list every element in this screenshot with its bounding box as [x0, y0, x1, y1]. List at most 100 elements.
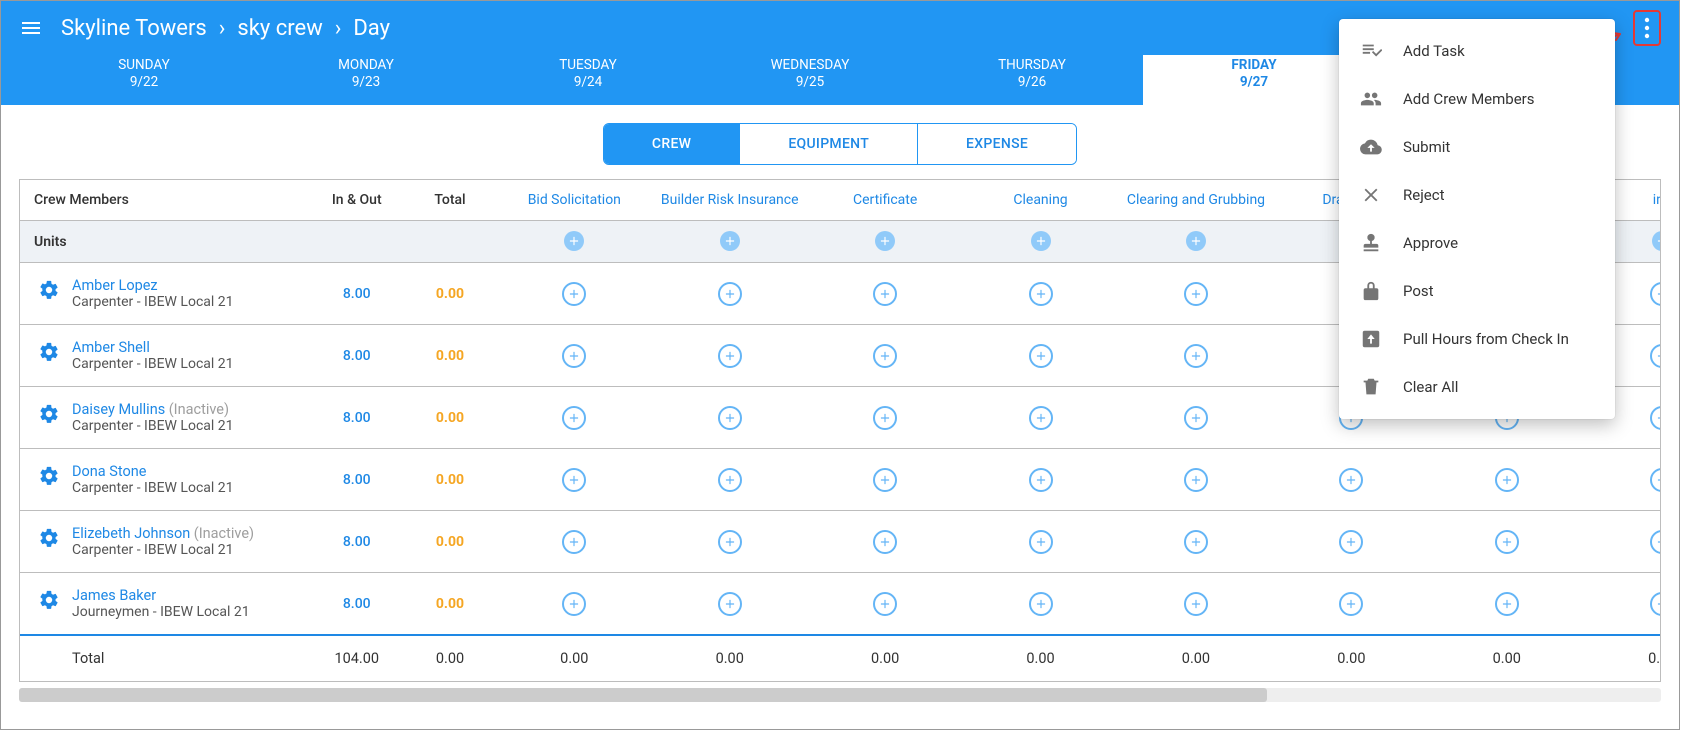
row-settings-button[interactable]	[38, 341, 60, 363]
crew-member-name[interactable]: Dona Stone	[72, 463, 146, 480]
add-hours-button[interactable]	[1339, 468, 1363, 492]
add-hours-button[interactable]	[562, 282, 586, 306]
row-settings-button[interactable]	[38, 589, 60, 611]
add-hours-button[interactable]	[1339, 592, 1363, 616]
breadcrumb-crew[interactable]: sky crew	[237, 16, 322, 41]
add-hours-button[interactable]	[873, 592, 897, 616]
plus-circle-icon	[878, 535, 892, 549]
menu-item-post[interactable]: Post	[1339, 267, 1615, 315]
add-hours-button[interactable]	[1029, 344, 1053, 368]
add-hours-button[interactable]	[1495, 592, 1519, 616]
add-hours-button[interactable]	[1339, 530, 1363, 554]
task-column-header[interactable]: Cleaning	[963, 180, 1118, 221]
add-hours-button[interactable]	[718, 530, 742, 554]
menu-item-add-crew[interactable]: Add Crew Members	[1339, 75, 1615, 123]
add-hours-button[interactable]	[1029, 282, 1053, 306]
more-actions-button[interactable]	[1633, 10, 1661, 46]
add-hours-button[interactable]	[873, 406, 897, 430]
add-hours-button[interactable]	[718, 406, 742, 430]
in-out-value[interactable]: 8.00	[310, 325, 403, 387]
add-hours-button[interactable]	[562, 468, 586, 492]
add-hours-button[interactable]	[718, 592, 742, 616]
add-hours-button[interactable]	[1184, 344, 1208, 368]
add-hours-button[interactable]	[1650, 282, 1661, 306]
breadcrumb-shift[interactable]: Day	[353, 16, 390, 41]
add-unit-button[interactable]	[1652, 231, 1661, 251]
add-hours-button[interactable]	[718, 468, 742, 492]
add-unit-button[interactable]	[1186, 231, 1206, 251]
task-column-header[interactable]: Clearing and Grubbing	[1118, 180, 1273, 221]
add-hours-button[interactable]	[1029, 592, 1053, 616]
add-unit-button[interactable]	[875, 231, 895, 251]
tab-expense[interactable]: EXPENSE	[917, 124, 1076, 164]
add-hours-button[interactable]	[1184, 530, 1208, 554]
add-hours-button[interactable]	[718, 344, 742, 368]
add-hours-button[interactable]	[873, 344, 897, 368]
add-hours-button[interactable]	[873, 530, 897, 554]
day-tab[interactable]: TUESDAY9/24	[477, 55, 699, 105]
row-settings-button[interactable]	[38, 465, 60, 487]
day-tab[interactable]: WEDNESDAY9/25	[699, 55, 921, 105]
add-hours-button[interactable]	[873, 282, 897, 306]
day-tab[interactable]: THURSDAY9/26	[921, 55, 1143, 105]
crew-member-name[interactable]: Daisey Mullins	[72, 401, 165, 418]
add-hours-button[interactable]	[1029, 406, 1053, 430]
tab-crew[interactable]: CREW	[604, 124, 739, 164]
add-hours-button[interactable]	[1184, 468, 1208, 492]
in-out-value[interactable]: 8.00	[310, 573, 403, 636]
task-column-header[interactable]: Bid Solicitation	[497, 180, 652, 221]
in-out-value[interactable]: 8.00	[310, 449, 403, 511]
add-hours-button[interactable]	[1029, 468, 1053, 492]
add-hours-button[interactable]	[1495, 530, 1519, 554]
hamburger-menu-button[interactable]	[19, 16, 43, 40]
plus-circle-icon	[1189, 535, 1203, 549]
crew-member-name[interactable]: Elizebeth Johnson	[72, 525, 190, 542]
row-settings-button[interactable]	[38, 527, 60, 549]
tab-equipment[interactable]: EQUIPMENT	[739, 124, 917, 164]
menu-item-add-task[interactable]: Add Task	[1339, 27, 1615, 75]
add-unit-button[interactable]	[564, 231, 584, 251]
row-total-value: 0.00	[403, 511, 496, 573]
task-column-header[interactable]: Certificate	[807, 180, 962, 221]
add-hours-button[interactable]	[1650, 530, 1661, 554]
crew-member-name[interactable]: Amber Shell	[72, 339, 150, 356]
add-hours-button[interactable]	[1650, 592, 1661, 616]
day-tab[interactable]: FRIDAY9/27	[1143, 55, 1365, 105]
add-hours-button[interactable]	[562, 344, 586, 368]
horizontal-scrollbar[interactable]	[19, 688, 1661, 702]
in-out-value[interactable]: 8.00	[310, 387, 403, 449]
in-out-value[interactable]: 8.00	[310, 263, 403, 325]
add-unit-button[interactable]	[1031, 231, 1051, 251]
add-hours-button[interactable]	[1184, 282, 1208, 306]
menu-item-submit[interactable]: Submit	[1339, 123, 1615, 171]
add-hours-button[interactable]	[1184, 592, 1208, 616]
menu-item-approve[interactable]: Approve	[1339, 219, 1615, 267]
add-unit-button[interactable]	[720, 231, 740, 251]
scrollbar-thumb[interactable]	[19, 688, 1267, 702]
day-tab[interactable]: SUNDAY9/22	[33, 55, 255, 105]
crew-member-name[interactable]: Amber Lopez	[72, 277, 158, 294]
add-hours-button[interactable]	[1650, 344, 1661, 368]
add-hours-button[interactable]	[562, 530, 586, 554]
row-settings-button[interactable]	[38, 403, 60, 425]
crew-member-role: Journeymen - IBEW Local 21	[72, 604, 250, 620]
add-hours-button[interactable]	[1029, 530, 1053, 554]
in-out-value[interactable]: 8.00	[310, 511, 403, 573]
day-tab[interactable]: MONDAY9/23	[255, 55, 477, 105]
crew-member-name[interactable]: James Baker	[72, 587, 156, 604]
row-settings-button[interactable]	[38, 279, 60, 301]
menu-item-label: Add Crew Members	[1403, 90, 1534, 108]
menu-item-clear-all[interactable]: Clear All	[1339, 363, 1615, 411]
add-hours-button[interactable]	[562, 406, 586, 430]
menu-item-pull-hours[interactable]: Pull Hours from Check In	[1339, 315, 1615, 363]
add-hours-button[interactable]	[562, 592, 586, 616]
breadcrumb-project[interactable]: Skyline Towers	[61, 16, 207, 41]
add-hours-button[interactable]	[1495, 468, 1519, 492]
add-hours-button[interactable]	[1650, 468, 1661, 492]
add-hours-button[interactable]	[718, 282, 742, 306]
add-hours-button[interactable]	[1184, 406, 1208, 430]
add-hours-button[interactable]	[873, 468, 897, 492]
menu-item-reject[interactable]: Reject	[1339, 171, 1615, 219]
add-hours-button[interactable]	[1650, 406, 1661, 430]
task-column-header[interactable]: Builder Risk Insurance	[652, 180, 807, 221]
